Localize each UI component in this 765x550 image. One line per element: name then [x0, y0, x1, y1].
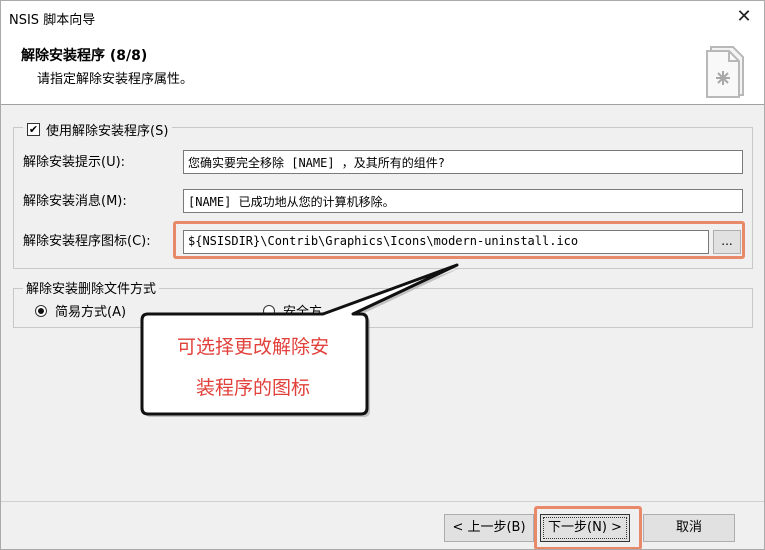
radio-simple-mode[interactable]: 简易方式(A) — [35, 301, 126, 320]
next-button-highlight — [534, 506, 642, 549]
page-title: 解除安装程序 (8/8) — [21, 48, 148, 64]
window-title: NSIS 脚本向导 — [9, 13, 96, 28]
uninstall-document-icon — [706, 46, 744, 98]
footer-divider — [1, 501, 764, 502]
radio-safe-label: 安全方 — [283, 305, 323, 320]
radio-safe-circle[interactable] — [263, 304, 275, 317]
radio-simple-label: 简易方式(A) — [55, 305, 127, 320]
use-uninstaller-checkbox[interactable]: ✔ 使用解除安装程序(S) — [23, 120, 173, 139]
uninstall-prompt-label: 解除安装提示(U): — [23, 155, 126, 170]
title-bar: NSIS 脚本向导 ✕ — [1, 1, 764, 33]
back-button[interactable]: < 上一步(B) — [444, 514, 534, 542]
icon-field-highlight — [173, 221, 745, 259]
use-uninstaller-label: 使用解除安装程序(S) — [46, 123, 169, 139]
cancel-button[interactable]: 取消 — [643, 514, 735, 542]
uninstaller-icon-label: 解除安装程序图标(C): — [23, 234, 151, 249]
uninstall-message-label: 解除安装消息(M): — [23, 194, 127, 209]
callout-text-line1: 可选择更改解除安 — [176, 336, 329, 358]
wizard-header: 解除安装程序 (8/8) 请指定解除安装程序属性。 — [1, 33, 764, 105]
radio-simple-circle[interactable] — [35, 304, 47, 317]
uninstall-message-input[interactable]: [NAME] 已成功地从您的计算机移除。 — [183, 189, 743, 213]
close-icon[interactable]: ✕ — [730, 5, 758, 29]
delete-mode-legend: 解除安装删除文件方式 — [23, 278, 160, 297]
uninstall-prompt-input[interactable]: 您确实要完全移除 [NAME] ，及其所有的组件? — [183, 150, 743, 174]
checkbox-box[interactable]: ✔ — [27, 122, 40, 136]
radio-safe-mode[interactable]: 安全方 — [263, 301, 322, 320]
callout-text-line2: 装程序的图标 — [195, 377, 310, 399]
page-subtitle: 请指定解除安装程序属性。 — [37, 72, 194, 87]
nsis-wizard-window: NSIS 脚本向导 ✕ 解除安装程序 (8/8) 请指定解除安装程序属性。 ✔ … — [0, 0, 765, 550]
